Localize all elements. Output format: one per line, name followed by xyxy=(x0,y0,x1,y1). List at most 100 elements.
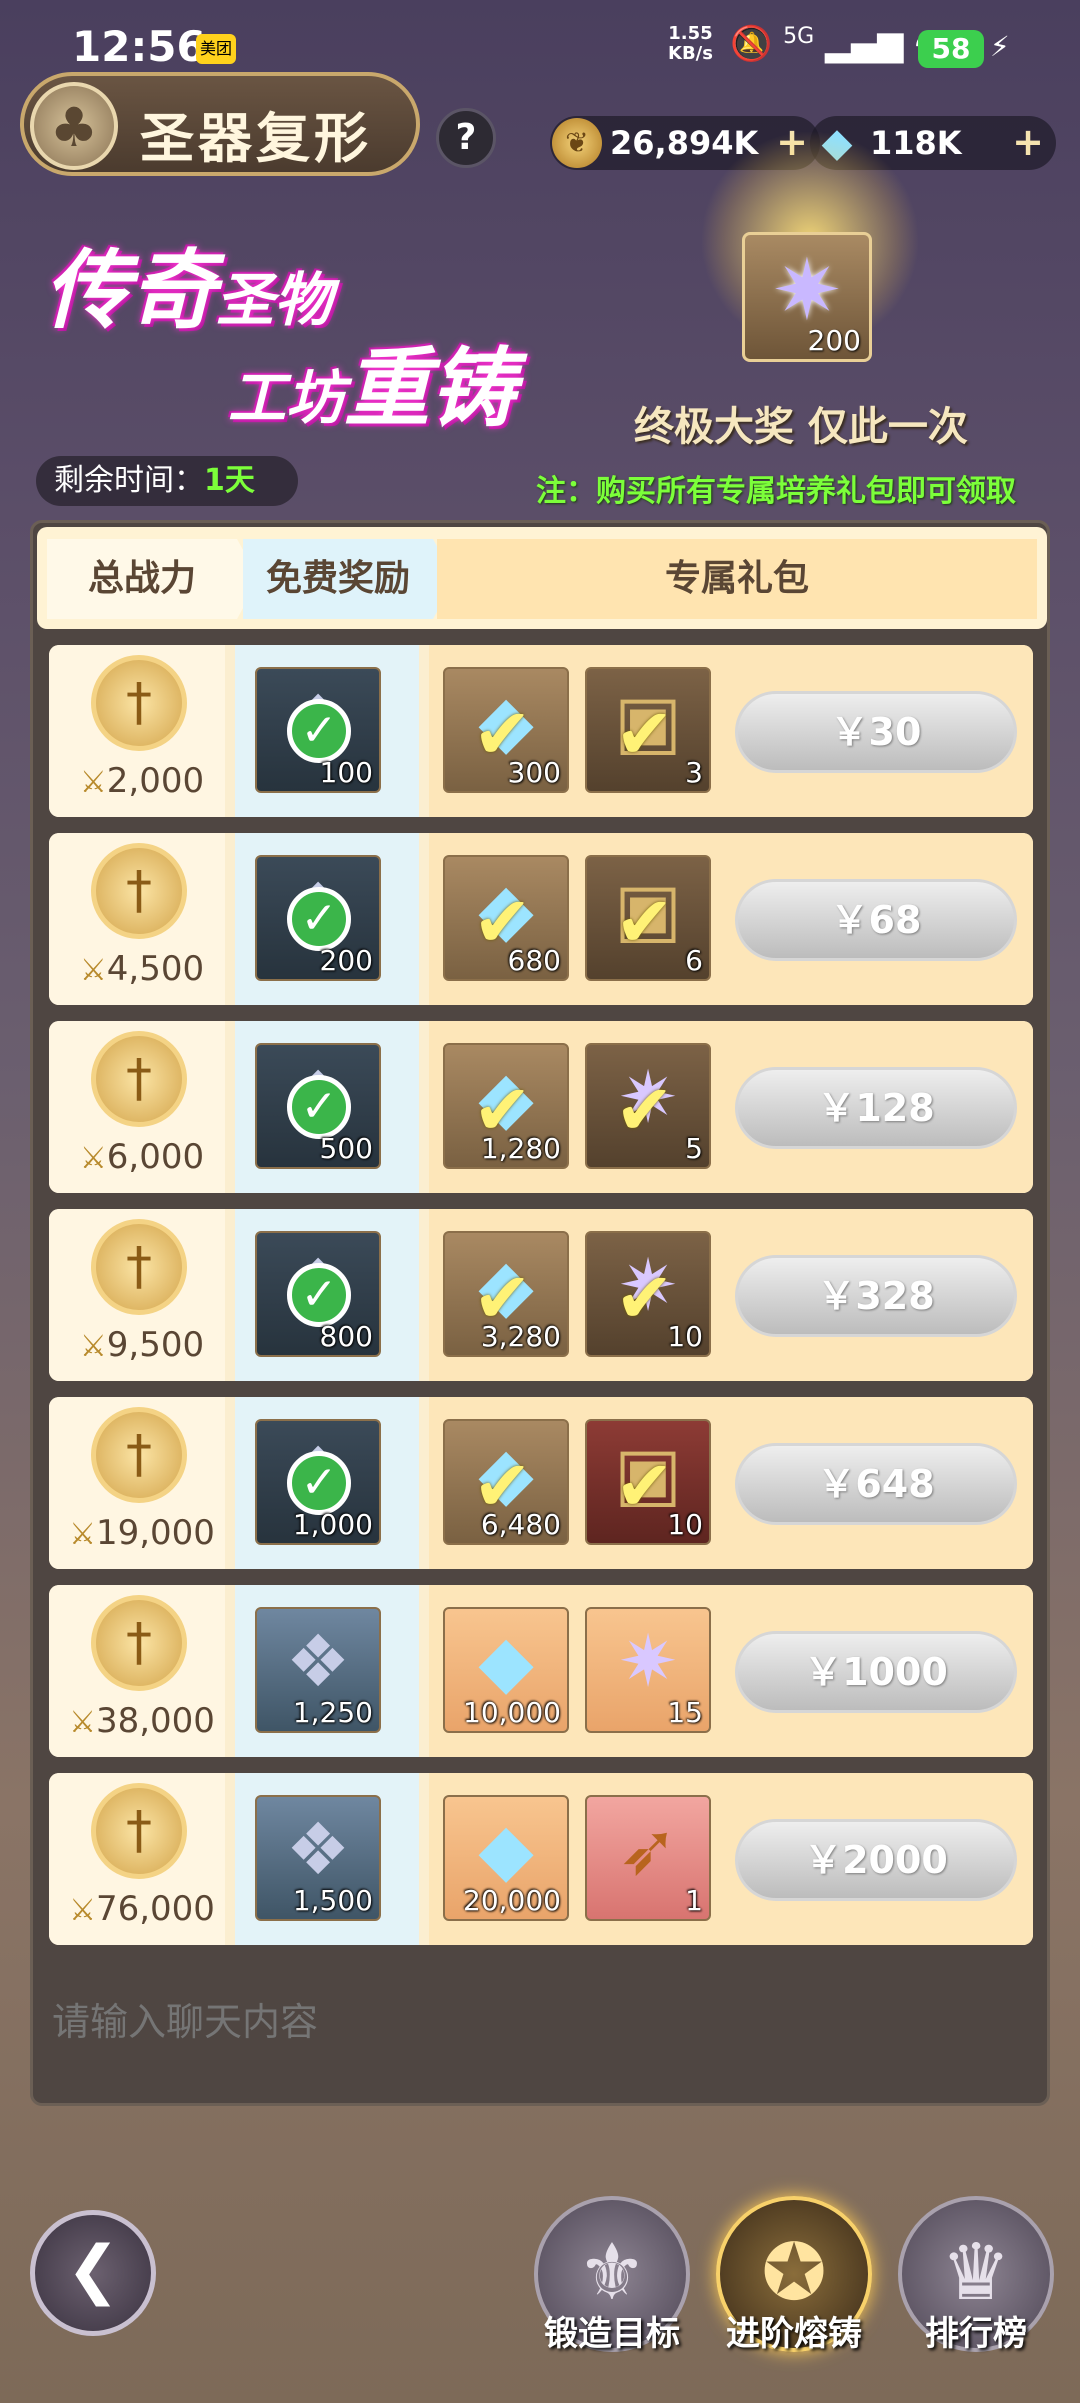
nav-advanced-forge[interactable]: ✪ 进阶熔铸 xyxy=(716,2196,872,2366)
power-cell: † ⚔4,500 xyxy=(49,833,225,1005)
back-button[interactable]: ❮ xyxy=(30,2210,156,2336)
network-type: 5G xyxy=(783,24,815,49)
mute-icon: 🔕 xyxy=(730,24,773,64)
gem-item[interactable]: ◆ 10,000 xyxy=(443,1607,569,1733)
free-reward-cell: ❖ ✓ 800 xyxy=(235,1209,419,1381)
free-reward-cell: ❖ ✓ 500 xyxy=(235,1021,419,1193)
bonus-item[interactable]: ▣ ✔ 6 xyxy=(585,855,711,981)
gem-item[interactable]: ◆ ✔ 6,480 xyxy=(443,1419,569,1545)
chat-input[interactable] xyxy=(52,1994,652,2050)
price-button[interactable]: ￥128 xyxy=(735,1067,1017,1149)
remaining-time-label: 剩余时间： xyxy=(54,463,204,498)
network-speed-unit: KB/s xyxy=(668,43,713,64)
exclusive-pack-cell: ◆ ✔ 680 ▣ ✔ 6 ￥68 xyxy=(429,833,1033,1005)
power-value: ⚔19,000 xyxy=(69,1513,215,1553)
item-count: 3 xyxy=(685,756,703,789)
free-reward-item[interactable]: ❖ 1,500 xyxy=(255,1795,381,1921)
free-reward-item[interactable]: ❖ 1,250 xyxy=(255,1607,381,1733)
gem-item[interactable]: ◆ ✔ 300 xyxy=(443,667,569,793)
table-row: † ⚔9,500 ❖ ✓ 800 ◆ ✔ 3,280 ✷ ✔ 10 ￥328 xyxy=(49,1209,1033,1381)
item-count: 5 xyxy=(685,1132,703,1165)
claimed-check-icon: ✓ xyxy=(287,1263,351,1327)
grand-prize-title: 终极大奖 仅此一次 xyxy=(634,404,968,450)
power-cell: † ⚔2,000 xyxy=(49,645,225,817)
nav-ranking[interactable]: ♛ 排行榜 xyxy=(898,2196,1054,2366)
network-speed: 1.55 KB/s xyxy=(668,24,713,64)
crossed-swords-icon: ⚔ xyxy=(69,1517,96,1552)
gem-item[interactable]: ◆ ✔ 3,280 xyxy=(443,1231,569,1357)
price-button[interactable]: ￥648 xyxy=(735,1443,1017,1525)
free-reward-item[interactable]: ❖ ✓ 500 xyxy=(255,1043,381,1169)
price-button[interactable]: ￥68 xyxy=(735,879,1017,961)
price-button[interactable]: ￥2000 xyxy=(735,1819,1017,1901)
grand-prize-item[interactable]: ✷ 200 xyxy=(742,232,872,362)
exclusive-pack-cell: ◆ 10,000 ✷ 15 ￥1000 xyxy=(429,1585,1033,1757)
price-button[interactable]: ￥328 xyxy=(735,1255,1017,1337)
reward-panel: 总战力 免费奖励 专属礼包 † ⚔2,000 ❖ ✓ 100 ◆ ✔ 300 ▣ xyxy=(30,520,1050,2106)
title-plate: ♣ 圣器复形 xyxy=(20,72,420,176)
price-button[interactable]: ￥1000 xyxy=(735,1631,1017,1713)
crossed-swords-icon: ⚔ xyxy=(79,1329,107,1364)
item-count: 680 xyxy=(507,944,561,977)
bonus-item[interactable]: ✷ 15 xyxy=(585,1607,711,1733)
nav-forge-target[interactable]: ⚜ 锻造目标 xyxy=(534,2196,690,2366)
free-reward-cell: ❖ ✓ 1,000 xyxy=(235,1397,419,1569)
gem-item[interactable]: ◆ 20,000 xyxy=(443,1795,569,1921)
item-count: 800 xyxy=(319,1320,373,1353)
item-count: 500 xyxy=(319,1132,373,1165)
price-button[interactable]: ￥30 xyxy=(735,691,1017,773)
sword-medal-icon: † xyxy=(91,843,187,939)
diamond-icon: ◆ xyxy=(478,1807,534,1891)
bonus-item[interactable]: ▣ ✔ 3 xyxy=(585,667,711,793)
power-value: ⚔6,000 xyxy=(79,1137,205,1177)
sword-medal-icon: † xyxy=(91,1219,187,1315)
bonus-item[interactable]: ✷ ✔ 10 xyxy=(585,1231,711,1357)
crossed-swords-icon: ⚔ xyxy=(79,1141,107,1176)
power-cell: † ⚔76,000 xyxy=(49,1773,225,1945)
network-speed-value: 1.55 xyxy=(668,23,713,44)
banner-line-1-big: 传奇 xyxy=(44,240,216,341)
exclusive-pack-cell: ◆ ✔ 300 ▣ ✔ 3 ￥30 xyxy=(429,645,1033,817)
item-count: 300 xyxy=(507,756,561,789)
item-count: 10 xyxy=(667,1508,703,1541)
item-count: 1,280 xyxy=(480,1132,561,1165)
gem-item[interactable]: ◆ ✔ 1,280 xyxy=(443,1043,569,1169)
grand-prize-note: 注：购买所有专属培养礼包即可领取 xyxy=(536,474,1016,509)
free-reward-item[interactable]: ❖ ✓ 200 xyxy=(255,855,381,981)
free-reward-cell: ❖ 1,500 xyxy=(235,1773,419,1945)
table-row: † ⚔6,000 ❖ ✓ 500 ◆ ✔ 1,280 ✷ ✔ 5 ￥128 xyxy=(49,1021,1033,1193)
banner-line-2-big: 重铸 xyxy=(344,338,517,439)
item-count: 1,000 xyxy=(292,1508,373,1541)
nav-advanced-forge-label: 进阶熔铸 xyxy=(726,2314,862,2354)
purchased-check-icon: ✔ xyxy=(615,1257,674,1339)
sword-medal-icon: † xyxy=(91,1595,187,1691)
bonus-item[interactable]: ➶ 1 xyxy=(585,1795,711,1921)
claimed-check-icon: ✓ xyxy=(287,699,351,763)
item-count: 3,280 xyxy=(480,1320,561,1353)
exclusive-pack-cell: ◆ ✔ 6,480 ▣ ✔ 10 ￥648 xyxy=(429,1397,1033,1569)
status-time: 12:56 xyxy=(72,22,206,71)
banner-line-2: 工坊重铸 xyxy=(228,318,516,443)
help-button[interactable]: ? xyxy=(436,108,496,168)
bonus-item[interactable]: ✷ ✔ 5 xyxy=(585,1043,711,1169)
signal-icon: ▂▄▆ xyxy=(825,24,904,64)
power-value: ⚔2,000 xyxy=(79,761,205,801)
bonus-item[interactable]: ▣ ✔ 10 xyxy=(585,1419,711,1545)
charging-icon: ⚡ xyxy=(990,30,1010,63)
gem-item[interactable]: ◆ ✔ 680 xyxy=(443,855,569,981)
add-gem-button[interactable]: + xyxy=(1012,120,1044,164)
free-reward-cell: ❖ 1,250 xyxy=(235,1585,419,1757)
free-reward-cell: ❖ ✓ 200 xyxy=(235,833,419,1005)
purchased-check-icon: ✔ xyxy=(615,1069,674,1151)
free-reward-item[interactable]: ❖ ✓ 100 xyxy=(255,667,381,793)
free-reward-cell: ❖ ✓ 100 xyxy=(235,645,419,817)
remaining-time: 剩余时间：1天 xyxy=(36,456,298,506)
crossed-swords-icon: ⚔ xyxy=(69,1705,96,1740)
remaining-time-value: 1天 xyxy=(204,463,255,498)
free-reward-item[interactable]: ❖ ✓ 1,000 xyxy=(255,1419,381,1545)
sword-medal-icon: † xyxy=(91,1783,187,1879)
power-value: ⚔9,500 xyxy=(79,1325,205,1365)
free-reward-item[interactable]: ❖ ✓ 800 xyxy=(255,1231,381,1357)
table-row: † ⚔2,000 ❖ ✓ 100 ◆ ✔ 300 ▣ ✔ 3 ￥30 xyxy=(49,645,1033,817)
exclusive-pack-cell: ◆ ✔ 3,280 ✷ ✔ 10 ￥328 xyxy=(429,1209,1033,1381)
